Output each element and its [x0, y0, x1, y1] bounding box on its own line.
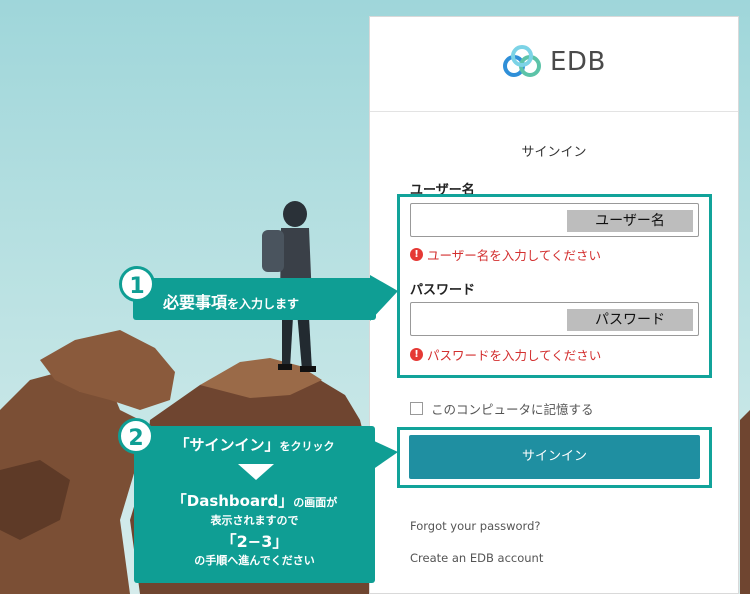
- callout-step2-line1: 「サインイン」をクリック: [134, 434, 375, 455]
- callout-step1: 必要事項を入力します: [133, 278, 376, 320]
- callout-step2-line2-bold: 「Dashboard」: [171, 492, 294, 510]
- callout-step2-line3: 表示されますので: [210, 514, 299, 527]
- highlight-inputs: [397, 194, 712, 378]
- create-account-link[interactable]: Create an EDB account: [410, 551, 543, 565]
- step2-number-badge: 2: [118, 418, 154, 454]
- callout-step1-bold: 必要事項: [163, 293, 228, 312]
- callout-step2-line2: 「Dashboard」の画面が: [134, 490, 375, 511]
- edb-logo-icon: [503, 45, 541, 77]
- edb-logo: EDB: [500, 45, 606, 79]
- card-header: EDB: [370, 17, 738, 112]
- highlight-signin-button: [397, 427, 712, 488]
- callout-step2-line1-bold: 「サインイン」: [174, 436, 280, 454]
- step1-number-badge: 1: [119, 266, 155, 302]
- forgot-password-link[interactable]: Forgot your password?: [410, 519, 540, 533]
- callout-step2-line2-rest: の画面が: [293, 496, 338, 509]
- remember-label: このコンピュータに記憶する: [431, 402, 594, 417]
- callout-step1-text: 必要事項を入力します: [163, 289, 299, 313]
- callout2-pointer: [372, 440, 398, 470]
- callout-step1-rest: を入力します: [227, 297, 300, 311]
- callout-step2-line1-rest: をクリック: [279, 440, 335, 453]
- remember-checkbox[interactable]: [410, 402, 423, 415]
- callout-step2-line4: 「2−3」: [220, 532, 289, 551]
- down-arrow-icon: [238, 464, 274, 480]
- callout-step2-line5: の手順へ進んでください: [194, 554, 315, 567]
- remember-me[interactable]: このコンピュータに記憶する: [410, 399, 594, 418]
- callout-step2: 「サインイン」をクリック 「Dashboard」の画面が 表示されますので 「2…: [134, 426, 375, 583]
- brand-name: EDB: [550, 47, 606, 77]
- page-title: サインイン: [521, 145, 587, 160]
